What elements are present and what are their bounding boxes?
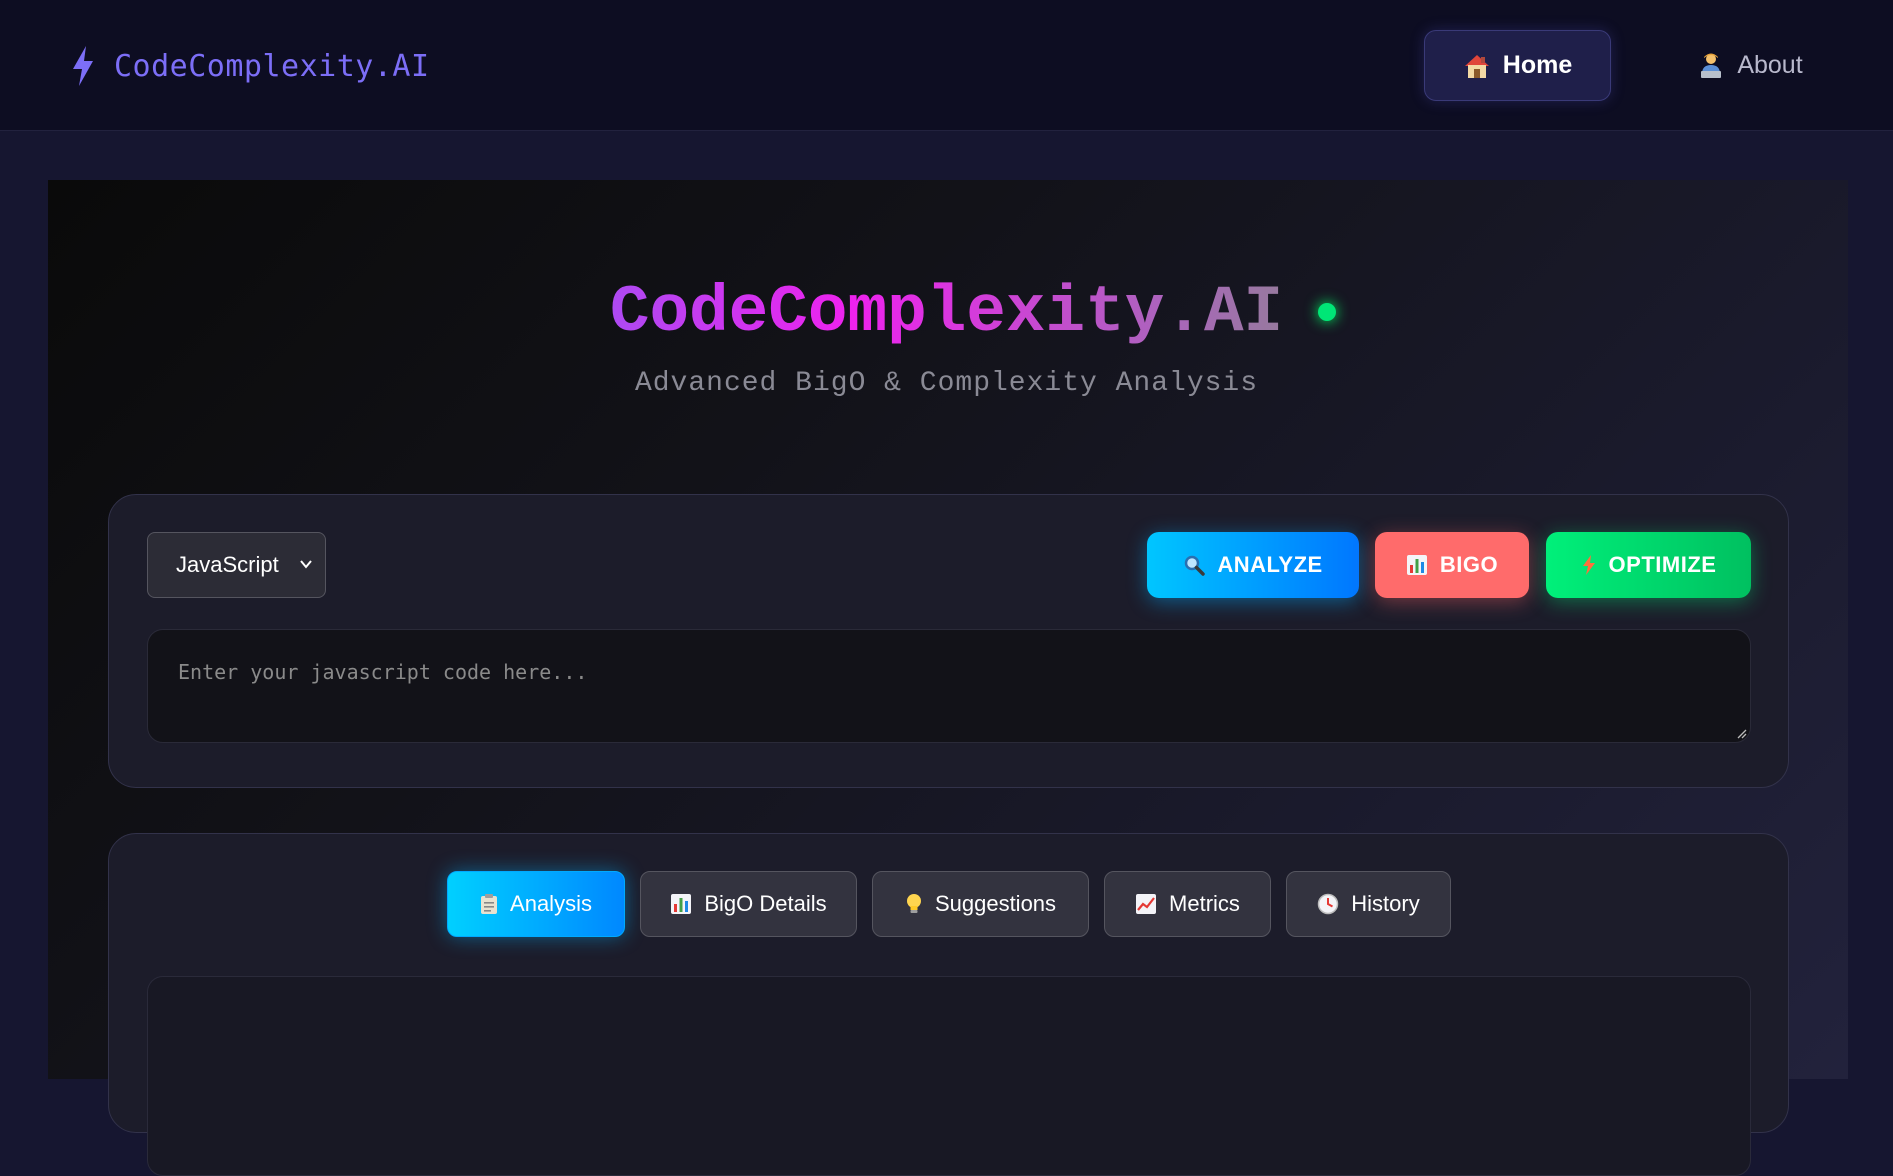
analyze-button[interactable]: ANALYZE — [1147, 532, 1359, 598]
clock-icon — [1317, 893, 1339, 915]
tab-analysis[interactable]: Analysis — [447, 871, 625, 937]
person-laptop-icon — [1697, 52, 1725, 80]
hero-title-wrap: CodeComplexity.AI — [0, 270, 1893, 356]
bolt-icon — [73, 46, 93, 86]
bigo-button[interactable]: BIGO — [1375, 532, 1529, 598]
tab-suggestions[interactable]: Suggestions — [872, 871, 1089, 937]
bigo-label: BIGO — [1439, 552, 1499, 577]
tab-suggestions-label: Suggestions — [934, 891, 1057, 916]
clipboard-icon — [480, 893, 498, 915]
status-dot-icon — [1318, 303, 1336, 321]
nav-about-label: About — [1737, 51, 1803, 79]
code-input[interactable] — [147, 629, 1751, 743]
nav-home-label: Home — [1502, 51, 1573, 79]
hero-title: CodeComplexity.AI — [0, 270, 1893, 356]
lightbulb-icon — [905, 893, 923, 915]
top-nav: CodeComplexity.AI Home About — [0, 0, 1893, 131]
chevron-down-icon — [300, 560, 312, 569]
tab-bigo-details[interactable]: BigO Details — [640, 871, 857, 937]
result-tabs: Analysis BigO Details Suggestions Metric… — [447, 871, 1466, 937]
tab-analysis-label: Analysis — [510, 891, 592, 916]
results-content — [147, 976, 1751, 1176]
nav-about-button[interactable]: About — [1680, 30, 1820, 101]
bar-chart-icon — [670, 893, 692, 915]
lightning-icon — [1581, 554, 1597, 576]
brand[interactable]: CodeComplexity.AI — [70, 44, 430, 88]
resize-grip-icon[interactable] — [1737, 729, 1747, 739]
bar-chart-icon — [1406, 554, 1428, 576]
analyze-label: ANALYZE — [1217, 552, 1323, 577]
results-panel: Analysis BigO Details Suggestions Metric… — [108, 833, 1789, 1176]
language-select-value: JavaScript — [176, 552, 279, 577]
hero-subtitle: Advanced BigO & Complexity Analysis — [634, 368, 1259, 399]
magnifier-icon — [1183, 554, 1206, 576]
tab-history[interactable]: History — [1286, 871, 1451, 937]
tab-metrics[interactable]: Metrics — [1104, 871, 1271, 937]
optimize-label: OPTIMIZE — [1608, 552, 1717, 577]
optimize-button[interactable]: OPTIMIZE — [1546, 532, 1751, 598]
tab-metrics-label: Metrics — [1169, 891, 1240, 916]
nav-home-button[interactable]: Home — [1424, 30, 1611, 101]
tab-history-label: History — [1351, 891, 1420, 916]
tab-bigo-details-label: BigO Details — [704, 891, 827, 916]
trending-up-icon — [1135, 893, 1157, 915]
brand-name: CodeComplexity.AI — [114, 48, 430, 84]
language-select[interactable]: JavaScript — [147, 532, 326, 598]
input-panel: JavaScript ANALYZE BIGO OPTIMIZE Enter y… — [108, 494, 1789, 788]
house-icon — [1463, 53, 1491, 79]
